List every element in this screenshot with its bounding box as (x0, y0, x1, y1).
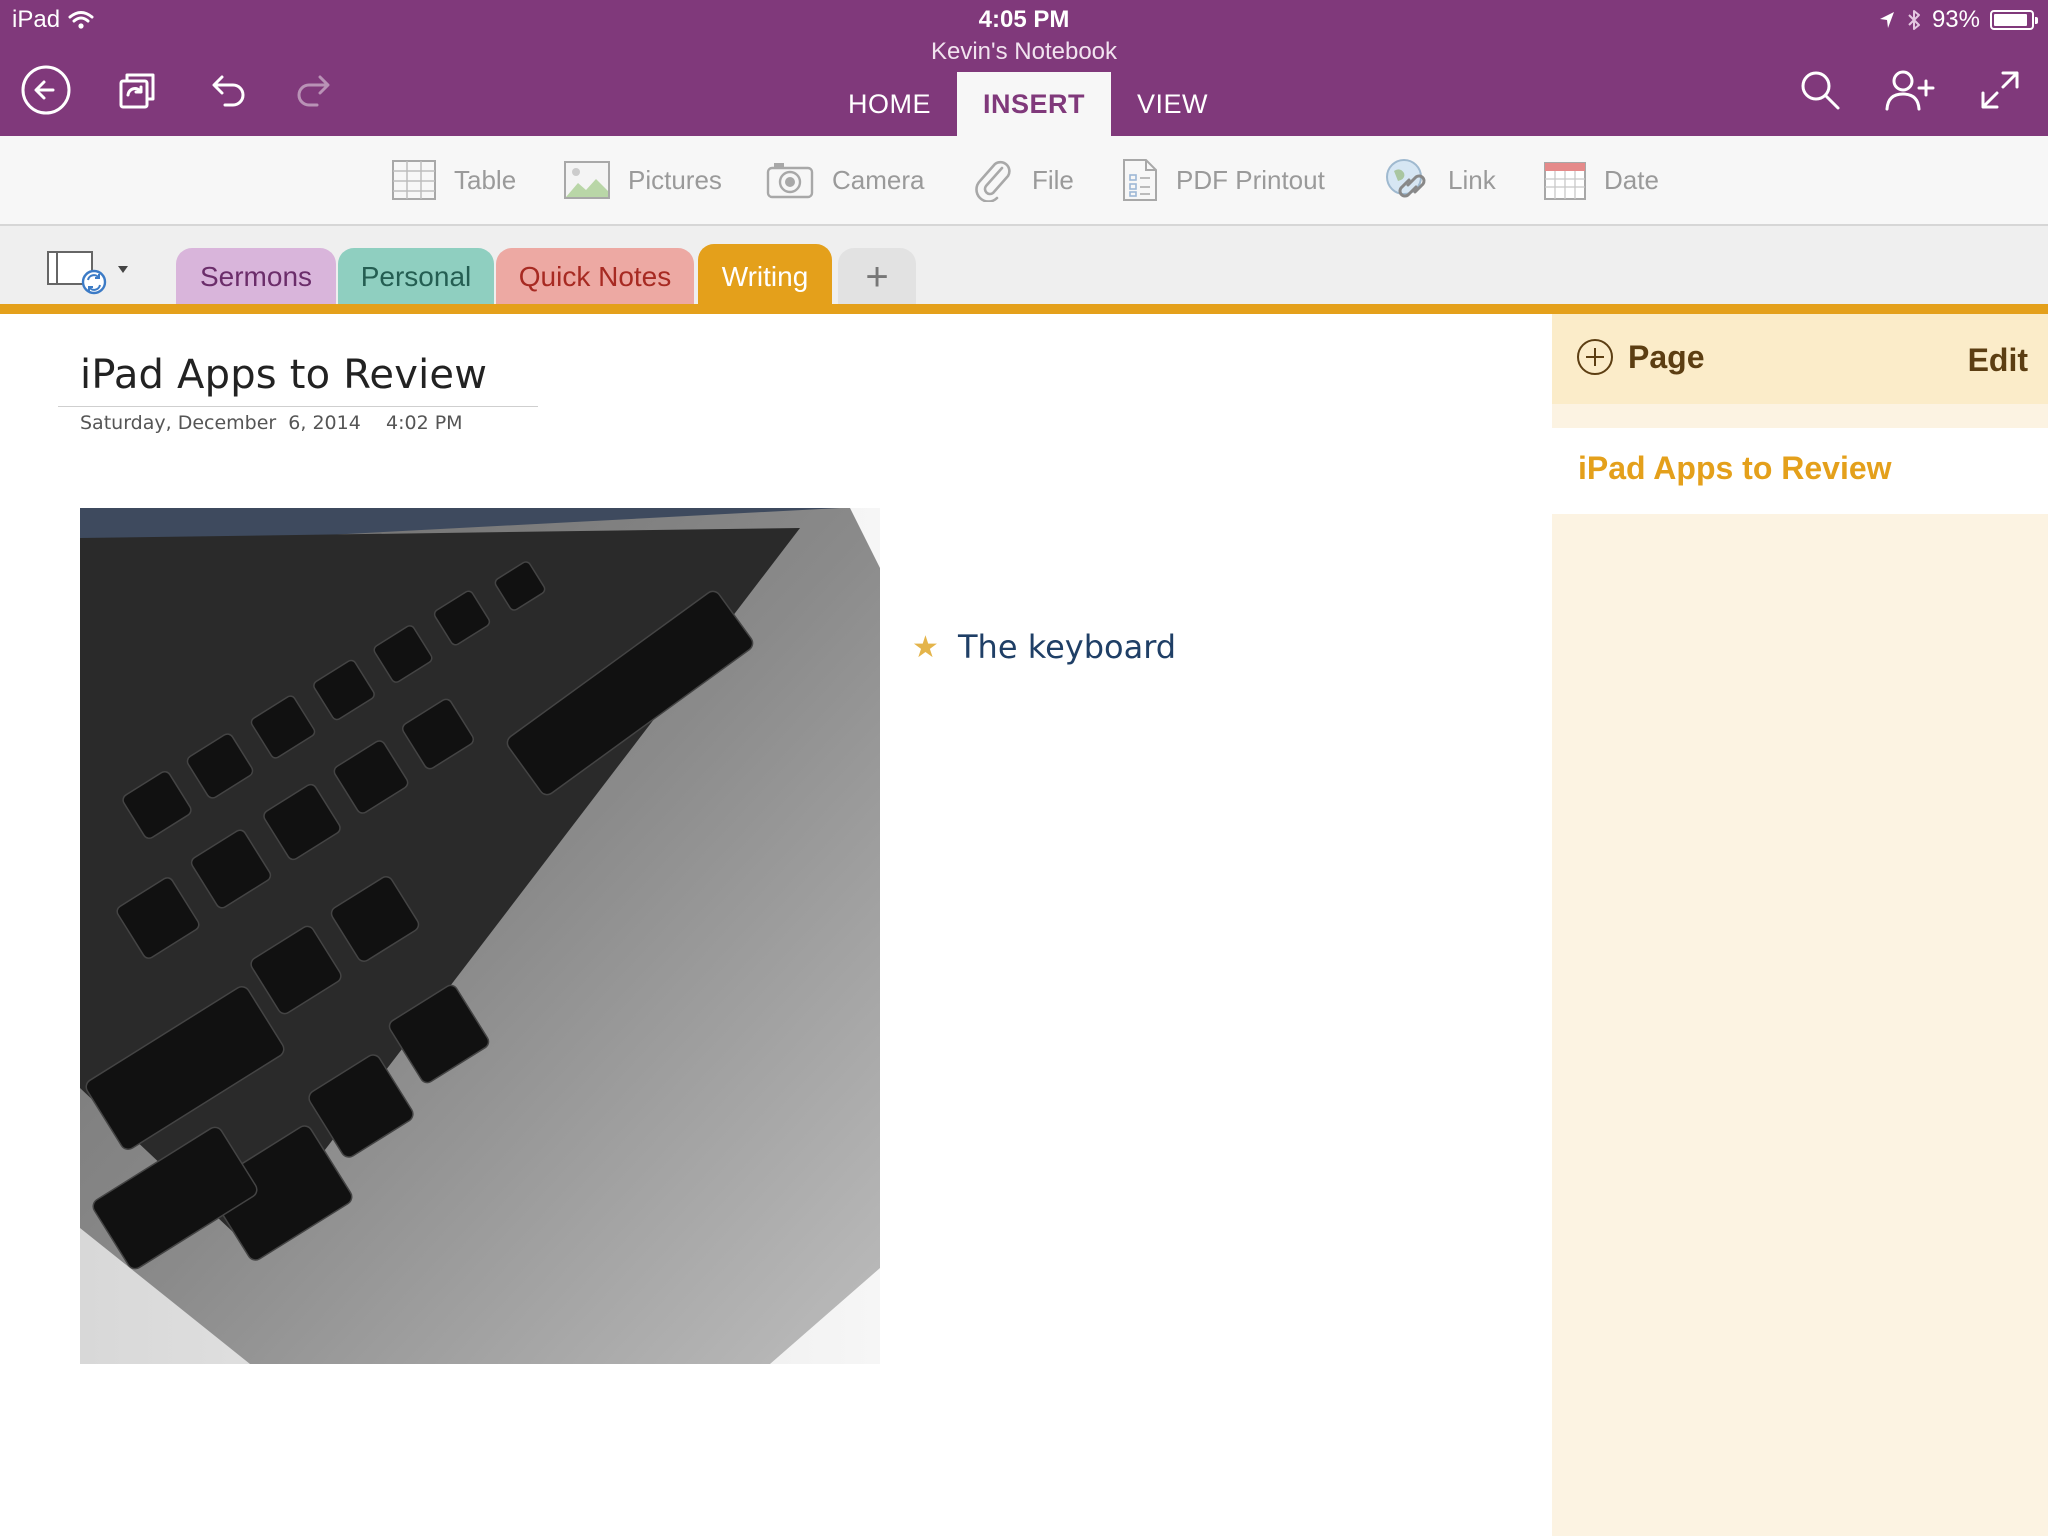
add-circle-icon (1577, 339, 1613, 375)
insert-link-button[interactable]: Link (1384, 154, 1496, 206)
section-tab-quick-notes[interactable]: Quick Notes (496, 248, 694, 306)
battery-percent: 93% (1931, 6, 1980, 33)
page-list-item-label: iPad Apps to Review (1578, 450, 1892, 486)
ribbon-tabs: HOME INSERT VIEW (822, 72, 1234, 136)
location-icon (1879, 12, 1894, 28)
insert-date-button[interactable]: Date (1544, 154, 1659, 206)
status-bar-right: 93% (1878, 6, 2038, 34)
edit-pages-button[interactable]: Edit (1968, 342, 2028, 379)
notebook-sync-icon (47, 251, 128, 295)
pictures-label: Pictures (628, 164, 722, 195)
fullscreen-icon[interactable] (1972, 62, 2028, 118)
clock: 4:05 PM (978, 6, 1070, 33)
keyboard-photo[interactable] (80, 508, 880, 1364)
tab-view[interactable]: VIEW (1111, 72, 1234, 136)
table-icon (392, 160, 436, 200)
title-divider (58, 406, 538, 407)
page-list-item[interactable]: iPad Apps to Review (1552, 428, 2048, 514)
notebook-switcher-button[interactable] (44, 248, 134, 296)
page-panel-header: Page Edit (1552, 314, 2048, 404)
page-title[interactable]: iPad Apps to Review (80, 352, 487, 398)
paperclip-icon (975, 160, 1011, 202)
pictures-icon (564, 161, 610, 199)
insert-file-button[interactable]: File (974, 154, 1074, 206)
insert-toolbar: Table Pictures Camera File PDF Printout … (0, 136, 2048, 226)
date-label: Date (1604, 164, 1659, 195)
add-section-button[interactable]: + (838, 248, 916, 306)
section-tab-personal[interactable]: Personal (338, 248, 494, 306)
share-icon[interactable] (1882, 62, 1938, 118)
page-date: Saturday, December 6, 2014 (80, 412, 361, 434)
add-page-button[interactable]: Page (1576, 338, 1704, 376)
redo-icon[interactable] (288, 62, 344, 118)
sync-icon[interactable] (108, 62, 164, 118)
table-label: Table (454, 164, 517, 195)
section-tab-sermons[interactable]: Sermons (176, 248, 336, 306)
insert-table-button[interactable]: Table (392, 154, 516, 206)
battery-level (1994, 14, 2028, 26)
page-time: 4:02 PM (386, 412, 463, 434)
insert-camera-button[interactable]: Camera (766, 154, 924, 206)
search-icon[interactable] (1792, 62, 1848, 118)
tab-home[interactable]: HOME (822, 72, 957, 136)
note-text[interactable]: The keyboard (958, 628, 1176, 666)
camera-label: Camera (832, 164, 925, 195)
battery-icon (1990, 10, 2038, 30)
bluetooth-icon (1908, 10, 1920, 30)
active-section-underline (0, 304, 2048, 314)
file-label: File (1032, 164, 1074, 195)
back-icon[interactable] (18, 62, 74, 118)
app-header: iPad 4:05 PM Kevin's Notebook 93% HOME I… (0, 0, 2048, 136)
camera-icon (766, 163, 814, 199)
add-page-label: Page (1628, 338, 1705, 375)
link-icon (1386, 159, 1426, 198)
tab-insert[interactable]: INSERT (957, 72, 1112, 136)
link-label: Link (1448, 164, 1496, 195)
star-tag-icon: ★ (912, 631, 939, 664)
undo-icon[interactable] (198, 62, 254, 118)
page-list-panel: Page Edit iPad Apps to Review (1552, 314, 2048, 1536)
insert-pictures-button[interactable]: Pictures (564, 154, 722, 206)
calendar-icon (1544, 162, 1586, 200)
pdf-printout-label: PDF Printout (1176, 164, 1325, 195)
section-tab-writing[interactable]: Writing (698, 244, 832, 310)
pdf-printout-icon (1123, 159, 1157, 201)
insert-pdf-printout-button[interactable]: PDF Printout (1122, 154, 1325, 206)
